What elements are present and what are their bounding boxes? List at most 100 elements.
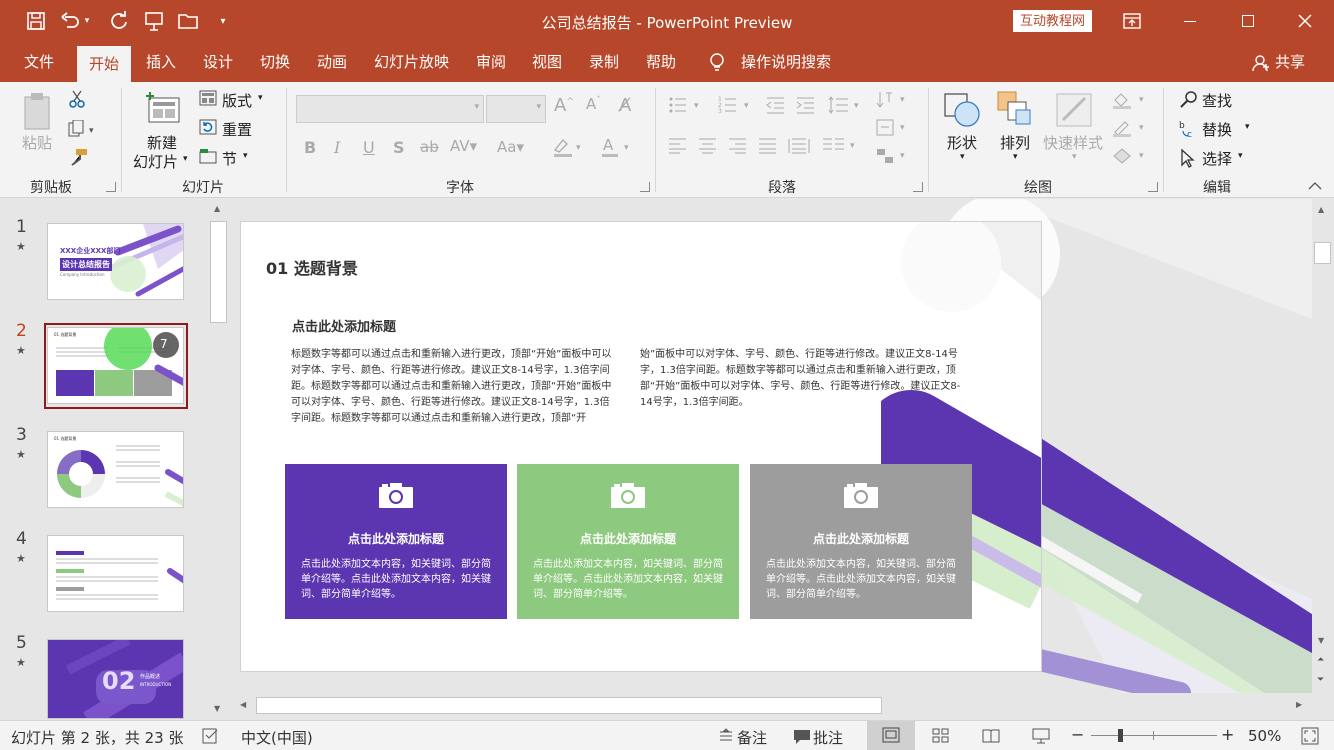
replace-dropdown-icon[interactable]: ▾ [1245,122,1250,132]
arrange-icon[interactable] [996,90,1036,134]
shape-outline-icon[interactable]: ▾ [1111,118,1151,142]
tab-animations[interactable]: 动画 [305,42,359,82]
scroll-left-icon[interactable]: ◀ [240,700,246,709]
slide-thumbnail-1[interactable]: XXX企业XXX部门 设计总结报告 Company Introduction [47,223,184,300]
strikethrough-icon[interactable]: ab [420,138,439,156]
format-painter-icon[interactable] [68,148,88,170]
feature-card[interactable]: 点击此处添加标题 点击此处添加文本内容，如关键词、部分简单介绍等。点击此处添加文… [750,464,972,619]
zoom-in-button[interactable]: + [1221,725,1234,744]
zoom-out-button[interactable]: − [1071,725,1084,744]
tab-view[interactable]: 视图 [520,42,574,82]
font-name-select[interactable]: ▾ [296,95,484,123]
new-slide-label[interactable]: 新建 [147,132,177,153]
section-icon[interactable] [199,148,217,168]
feature-card[interactable]: 点击此处添加标题 点击此处添加文本内容，如关键词、部分简单介绍等。点击此处添加文… [285,464,507,619]
tab-home[interactable]: 开始 [77,46,132,82]
scrollbar-thumb[interactable] [1314,242,1331,264]
bullets-icon[interactable]: ▾ [668,96,704,118]
tell-me-search[interactable]: 操作说明搜索 [729,42,843,82]
feature-card[interactable]: 点击此处添加标题 点击此处添加文本内容，如关键词、部分简单介绍等。点击此处添加文… [517,464,739,619]
underline-icon[interactable]: U [363,138,375,157]
spelling-check-icon[interactable] [201,727,221,749]
font-launcher-icon[interactable] [640,182,650,192]
reset-button[interactable]: 重置 [222,119,252,140]
redo-icon[interactable] [106,8,132,34]
slide-thumbnail-4[interactable] [47,535,184,612]
minimize-button[interactable] [1161,0,1219,42]
language-indicator[interactable]: 中文(中国) [241,727,313,748]
scroll-right-icon[interactable]: ▶ [1296,700,1302,709]
fit-to-window-icon[interactable] [1301,727,1319,749]
char-spacing-icon[interactable]: AV▾ [450,137,477,155]
collapse-ribbon-icon[interactable] [1308,180,1322,195]
italic-icon[interactable]: I [334,138,340,157]
drawing-launcher-icon[interactable] [1148,182,1158,192]
ribbon-display-icon[interactable] [1103,0,1161,42]
slide-body-left[interactable]: 标题数字等都可以通过点击和重新输入进行更改，顶部“开始”面板中可以对字体、字号、… [291,347,617,427]
find-icon[interactable] [1179,90,1199,114]
notes-icon[interactable] [718,728,734,748]
clear-formatting-icon[interactable]: A̸ [619,95,631,116]
section-button[interactable]: 节 [222,148,237,169]
tab-slideshow[interactable]: 幻灯片放映 [362,42,461,82]
previous-slide-icon[interactable]: ⏶ [1317,655,1324,665]
layout-dropdown-icon[interactable]: ▾ [258,93,263,103]
open-folder-icon[interactable] [176,8,202,34]
tab-record[interactable]: 录制 [577,42,631,82]
paste-button[interactable]: 粘贴 [22,132,52,153]
align-left-icon[interactable] [668,138,688,158]
shapes-button[interactable]: 形状 [947,132,977,153]
slide-thumbnail-2[interactable]: 01 选题背景 7 [47,327,184,404]
quick-styles-button[interactable]: 快速样式 [1043,132,1103,153]
shapes-icon[interactable] [943,90,983,134]
numbering-icon[interactable]: 1 2 3 ▾ [718,96,754,118]
paste-icon[interactable] [22,92,54,136]
cut-icon[interactable] [68,90,86,112]
paragraph-launcher-icon[interactable] [913,182,923,192]
align-right-icon[interactable] [728,138,748,158]
slide-body-right[interactable]: 始”面板中可以对字体、字号、颜色、行距等进行修改。建议正文8-14号字，1.3倍… [640,347,966,411]
reading-view-icon[interactable] [982,728,1000,748]
smartart-icon[interactable]: ▾ [876,146,910,170]
font-size-select[interactable]: ▾ [486,95,546,123]
new-slide-dropdown-icon[interactable]: ▾ [183,154,188,164]
undo-dropdown-icon[interactable]: ▾ [80,8,94,34]
editor-vertical-scrollbar[interactable]: ▲ ▼ ⏶ ⏷ [1312,199,1334,693]
maximize-button[interactable] [1219,0,1277,42]
copy-icon[interactable]: ▾ [68,119,98,142]
save-icon[interactable] [23,8,49,34]
new-slide-icon[interactable] [143,90,181,128]
quick-styles-icon[interactable] [1055,90,1095,134]
lightbulb-icon[interactable] [708,52,726,78]
scrollbar-thumb[interactable] [210,221,227,323]
replace-button[interactable]: 替换 [1202,119,1232,140]
align-center-icon[interactable] [698,138,718,158]
layout-button[interactable]: 版式 [222,90,252,111]
shape-fill-icon[interactable]: ▾ [1111,90,1151,114]
zoom-level[interactable]: 50% [1248,727,1281,745]
reset-icon[interactable] [199,119,217,139]
increase-font-icon[interactable]: A^ [554,95,574,116]
zoom-slider-track[interactable] [1091,735,1217,736]
section-dropdown-icon[interactable]: ▾ [243,151,248,161]
decrease-indent-icon[interactable] [766,96,786,118]
next-slide-icon[interactable]: ⏷ [1317,675,1324,685]
presentation-icon[interactable] [141,8,167,34]
decrease-font-icon[interactable]: Aˇ [586,95,601,113]
tab-insert[interactable]: 插入 [134,42,188,82]
tab-design[interactable]: 设计 [191,42,245,82]
notes-button[interactable]: 备注 [737,727,767,748]
font-color-icon[interactable]: A ▾ [600,136,636,162]
text-direction-icon[interactable]: ▾ [876,90,910,114]
scrollbar-thumb[interactable] [256,697,882,714]
slideshow-view-icon[interactable] [1032,728,1050,748]
scroll-up-icon[interactable]: ▲ [1318,205,1324,214]
line-spacing-icon[interactable]: ▾ [828,96,864,118]
close-button[interactable] [1276,0,1334,42]
shadow-icon[interactable]: S [393,138,405,157]
shape-effects-icon[interactable]: ▾ [1111,146,1151,170]
comments-icon[interactable] [793,729,811,749]
find-button[interactable]: 查找 [1202,90,1232,111]
scroll-up-icon[interactable]: ▲ [214,204,220,213]
layout-icon[interactable] [199,90,217,110]
